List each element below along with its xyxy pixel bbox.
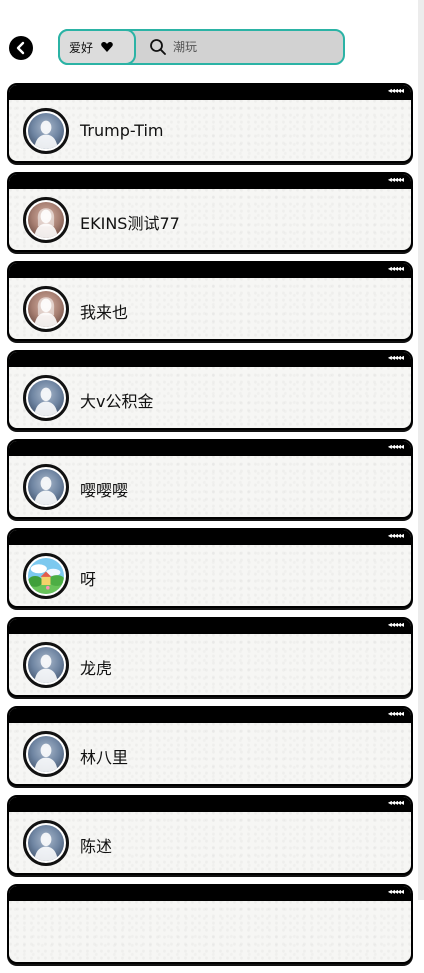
user-card[interactable]: ◂◂◂◂◂ 我来也: [7, 261, 413, 341]
avatar[interactable]: [23, 197, 69, 243]
card-header-bar: ◂◂◂◂◂: [9, 886, 411, 901]
landscape-photo-avatar-icon: [28, 558, 64, 594]
card-header-bar: ◂◂◂◂◂: [9, 85, 411, 100]
card-header-bar: ◂◂◂◂◂: [9, 797, 411, 812]
card-header-bar: ◂◂◂◂◂: [9, 441, 411, 456]
heart-dropdown-icon: [101, 42, 113, 52]
default-female-avatar-icon: [28, 291, 64, 327]
user-name: 林八里: [80, 748, 129, 767]
user-card-partial[interactable]: ◂◂◂◂◂: [7, 884, 413, 964]
back-button[interactable]: [9, 36, 33, 60]
chevrons-left-icon: ◂◂◂◂◂: [387, 353, 404, 362]
default-male-avatar-icon: [28, 469, 64, 505]
chevron-left-icon: [16, 41, 25, 55]
default-female-avatar-icon: [28, 202, 64, 238]
avatar[interactable]: [23, 642, 69, 688]
user-name: EKINS测试77: [80, 214, 180, 233]
user-card[interactable]: ◂◂◂◂◂ EKINS测试77: [7, 172, 413, 252]
category-dropdown-label: 爱好: [69, 40, 94, 55]
user-name: 大v公积金: [80, 392, 154, 411]
user-name: 陈述: [80, 837, 113, 856]
avatar[interactable]: [23, 375, 69, 421]
search-input[interactable]: [173, 37, 333, 57]
card-header-bar: ◂◂◂◂◂: [9, 174, 411, 189]
chevrons-left-icon: ◂◂◂◂◂: [387, 531, 404, 540]
avatar[interactable]: [23, 286, 69, 332]
search-bar: 爱好: [58, 29, 345, 65]
user-name: 嘤嘤嘤: [80, 481, 129, 500]
user-card[interactable]: ◂◂◂◂◂ Trump-Tim: [7, 83, 413, 163]
default-male-avatar-icon: [28, 113, 64, 149]
user-card[interactable]: ◂◂◂◂◂ 大v公积金: [7, 350, 413, 430]
user-card[interactable]: ◂◂◂◂◂ 嘤嘤嘤: [7, 439, 413, 519]
top-bar: 爱好: [0, 0, 424, 82]
chevrons-left-icon: ◂◂◂◂◂: [387, 442, 404, 451]
chevrons-left-icon: ◂◂◂◂◂: [387, 86, 404, 95]
user-card[interactable]: ◂◂◂◂◂ 龙虎: [7, 617, 413, 697]
user-card[interactable]: ◂◂◂◂◂ 呀: [7, 528, 413, 608]
default-male-avatar-icon: [28, 736, 64, 772]
chevrons-left-icon: ◂◂◂◂◂: [387, 264, 404, 273]
card-header-bar: ◂◂◂◂◂: [9, 619, 411, 634]
user-name: 我来也: [80, 303, 129, 322]
default-male-avatar-icon: [28, 380, 64, 416]
user-card[interactable]: ◂◂◂◂◂ 林八里: [7, 706, 413, 786]
search-icon: [150, 39, 166, 55]
card-header-bar: ◂◂◂◂◂: [9, 263, 411, 278]
default-male-avatar-icon: [28, 825, 64, 861]
chevrons-left-icon: ◂◂◂◂◂: [387, 798, 404, 807]
avatar[interactable]: [23, 820, 69, 866]
user-name: 龙虎: [80, 659, 113, 678]
chevrons-left-icon: ◂◂◂◂◂: [387, 175, 404, 184]
default-male-avatar-icon: [28, 647, 64, 683]
card-header-bar: ◂◂◂◂◂: [9, 530, 411, 545]
chevrons-left-icon: ◂◂◂◂◂: [387, 620, 404, 629]
avatar[interactable]: [23, 464, 69, 510]
card-header-bar: ◂◂◂◂◂: [9, 352, 411, 367]
scroll-track: [418, 0, 424, 900]
category-dropdown[interactable]: 爱好: [58, 29, 136, 65]
chevrons-left-icon: ◂◂◂◂◂: [387, 887, 404, 896]
avatar[interactable]: [23, 108, 69, 154]
chevrons-left-icon: ◂◂◂◂◂: [387, 709, 404, 718]
user-name: Trump-Tim: [80, 121, 164, 140]
user-name: 呀: [80, 570, 97, 589]
card-header-bar: ◂◂◂◂◂: [9, 708, 411, 723]
user-list: ◂◂◂◂◂ Trump-Tim ◂◂◂◂◂ EKINS测试77 ◂◂◂◂◂ 我来也 ◂◂◂◂…: [7, 83, 413, 973]
user-card[interactable]: ◂◂◂◂◂ 陈述: [7, 795, 413, 875]
avatar[interactable]: [23, 731, 69, 777]
avatar[interactable]: [23, 553, 69, 599]
